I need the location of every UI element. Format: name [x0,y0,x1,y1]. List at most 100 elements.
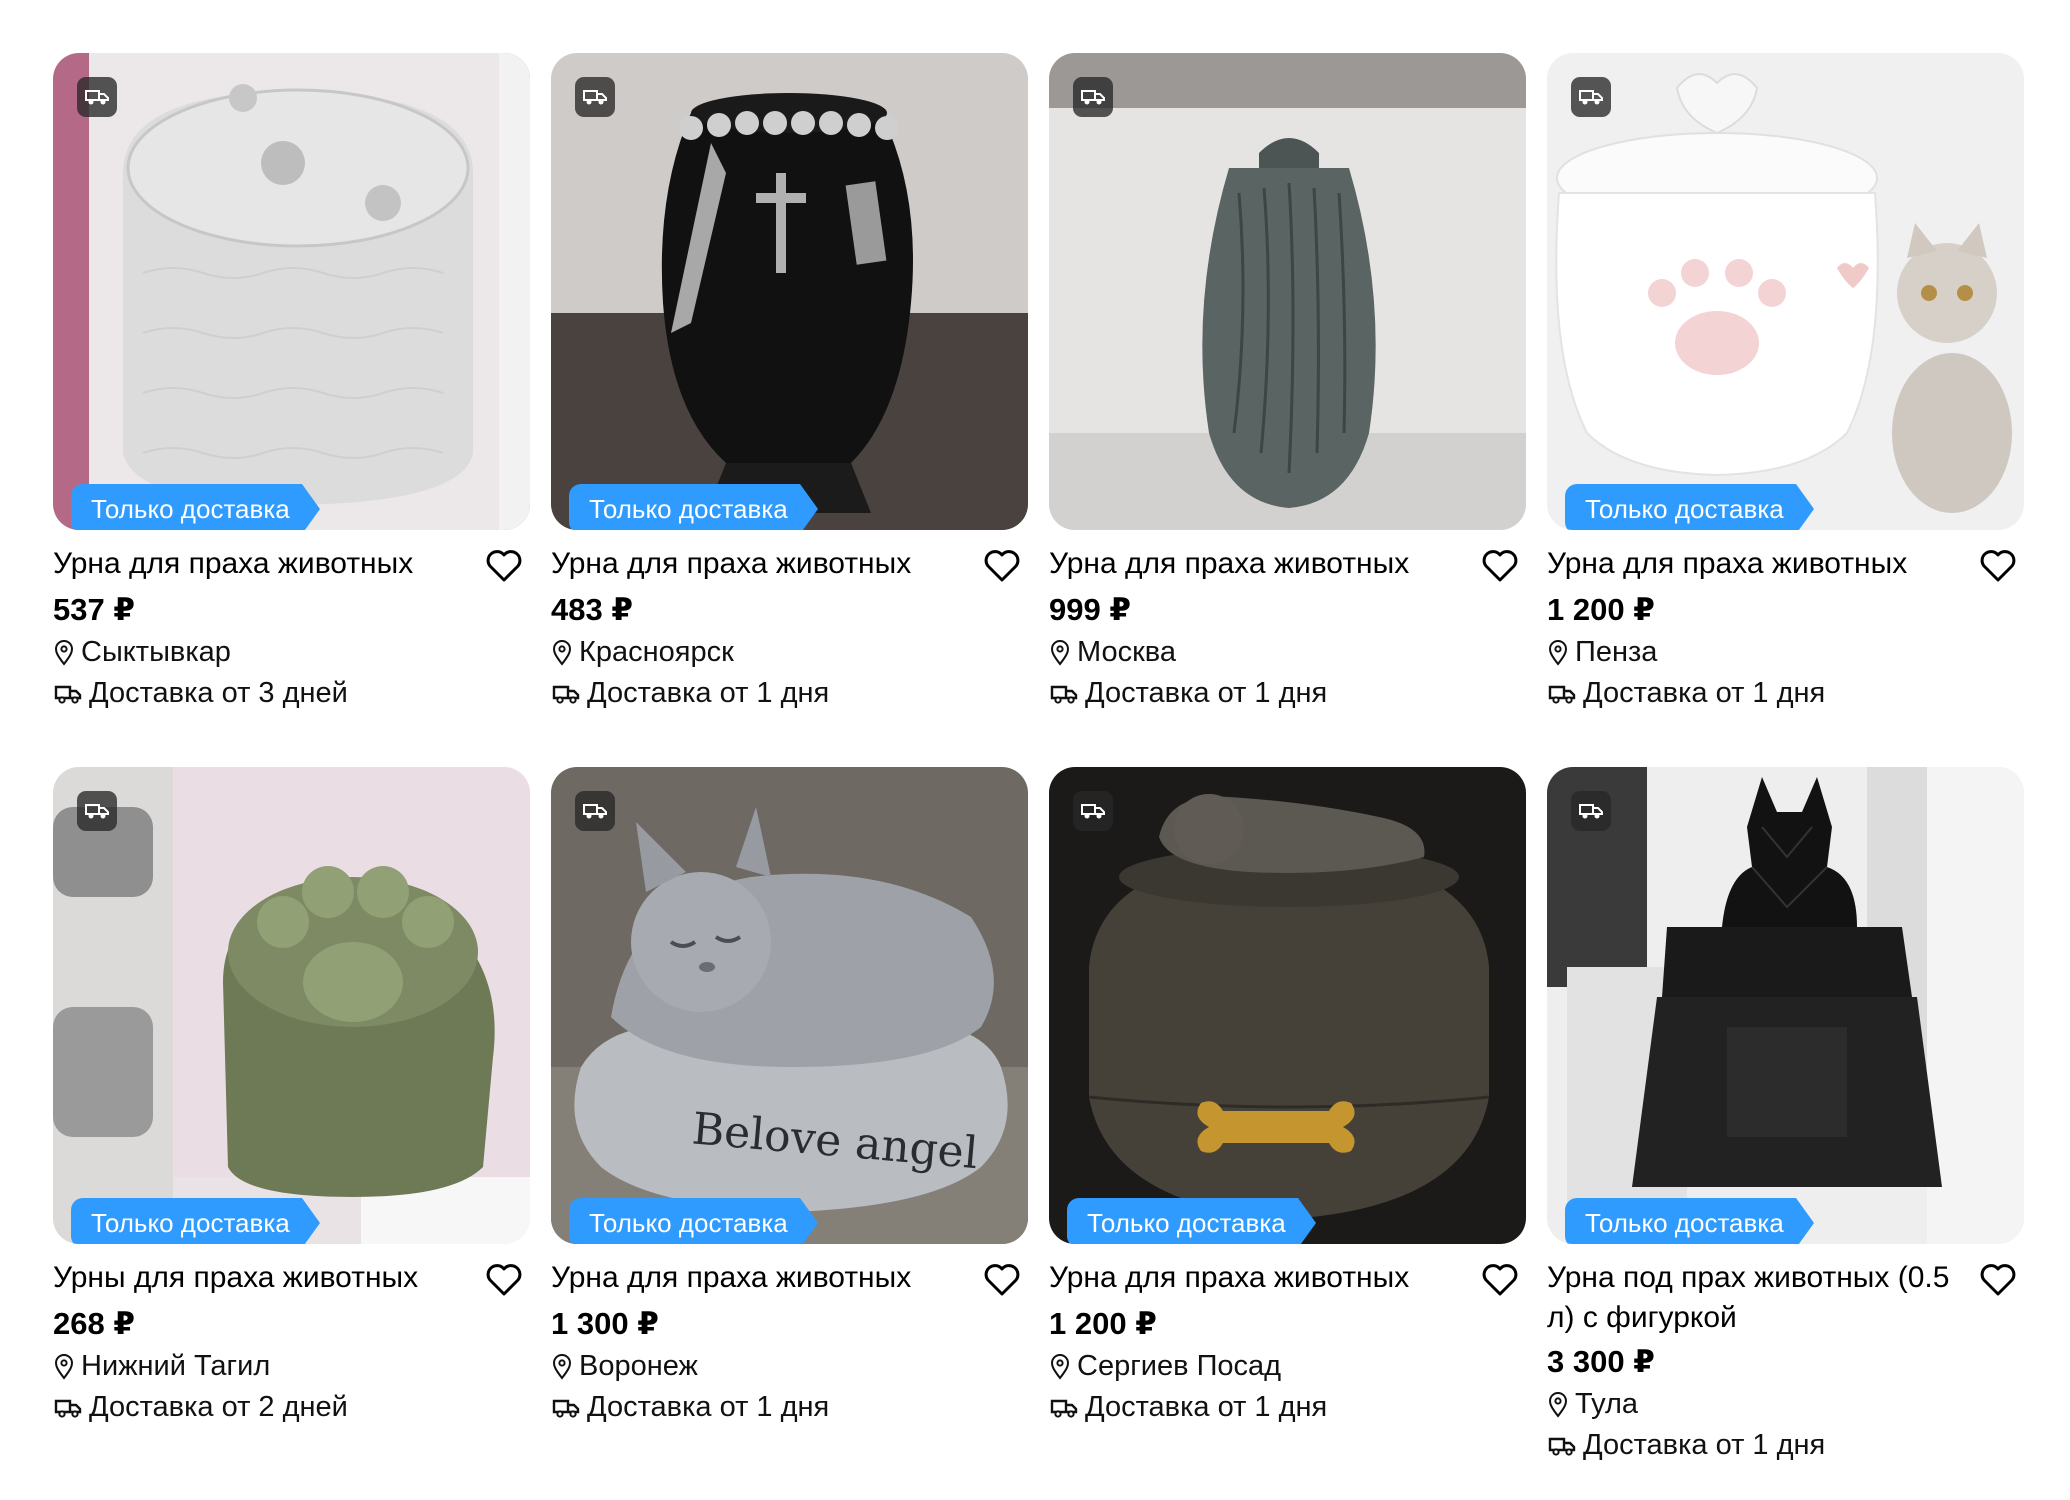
product-card[interactable]: Только доставка Урна для праха животных … [1547,53,2024,767]
location: Красноярск [551,632,1028,673]
black-vase-urn-image [551,53,1028,530]
location-pin-icon [1548,639,1568,666]
delivery-label: Доставка от 2 дней [89,1391,348,1423]
delivery-info: Доставка от 1 дня [1049,673,1526,714]
delivery-info: Доставка от 2 дней [53,1387,530,1428]
product-price: 999 ₽ [1049,592,1131,627]
sleeping-cat-pillow-image: Belove angel [551,767,1028,1244]
location-pin-icon [1548,1391,1568,1418]
city-label: Тула [1575,1388,1638,1420]
product-image[interactable]: Только доставка [1547,53,2024,530]
city-label: Пенза [1575,636,1658,668]
heart-icon[interactable] [1978,546,2018,586]
truck-icon [552,1399,580,1418]
location: Москва [1049,632,1526,673]
location-pin-icon [1050,639,1070,666]
delivery-truck-icon [1073,77,1113,117]
delivery-label: Доставка от 1 дня [1583,1429,1826,1461]
delivery-truck-icon [1571,77,1611,117]
product-image[interactable] [1049,53,1526,530]
product-title[interactable]: Урна для праха животных [53,544,473,584]
delivery-label: Доставка от 1 дня [1085,1391,1328,1423]
truck-icon [54,685,82,704]
product-card[interactable]: Только доставка Урна для праха животных … [1049,767,1526,1481]
delivery-label: Доставка от 3 дней [89,677,348,709]
heart-icon[interactable] [484,546,524,586]
product-card[interactable]: Только доставка Урна под прах животных (… [1547,767,2024,1481]
product-price: 1 200 ₽ [1049,1306,1157,1341]
delivery-label: Доставка от 1 дня [587,1391,830,1423]
delivery-label: Доставка от 1 дня [1085,677,1328,709]
product-title[interactable]: Урна для праха животных [551,544,971,584]
product-image[interactable]: Belove angel Только доставка [551,767,1028,1244]
only-delivery-tag: Только доставка [1565,1196,1814,1244]
gray-capsule-urn-image [1049,53,1526,530]
product-image[interactable]: Только доставка [53,53,530,530]
location: Сергиев Посад [1049,1346,1526,1387]
location-pin-icon [552,1353,572,1380]
location: Пенза [1547,632,2024,673]
only-delivery-tag: Только доставка [1067,1196,1316,1244]
only-delivery-tag: Только доставка [569,482,818,530]
product-title[interactable]: Урны для праха животных [53,1258,473,1298]
heart-lid-jar-with-cat-image [1547,53,2024,530]
heart-icon[interactable] [484,1260,524,1300]
delivery-info: Доставка от 1 дня [1547,1425,2024,1466]
delivery-info: Доставка от 1 дня [551,1387,1028,1428]
product-title[interactable]: Урна под прах животных (0.5 л) с фигурко… [1547,1258,1967,1338]
product-price: 483 ₽ [551,592,633,627]
heart-icon[interactable] [982,546,1022,586]
product-card[interactable]: Belove angel Только доставка Урна для пр… [551,767,1028,1481]
location-pin-icon [552,639,572,666]
delivery-label: Доставка от 1 дня [1583,677,1826,709]
delivery-info: Доставка от 1 дня [1049,1387,1526,1428]
only-delivery-tag: Только доставка [1565,482,1814,530]
product-card[interactable]: Только доставка Урна для праха животных … [551,53,1028,767]
product-title[interactable]: Урна для праха животных [551,1258,971,1298]
heart-icon[interactable] [1480,1260,1520,1300]
round-urn-sleeping-dog-image [1049,767,1526,1244]
heart-icon[interactable] [1978,1260,2018,1300]
truck-icon [552,685,580,704]
product-image[interactable]: Только доставка [1049,767,1526,1244]
product-title[interactable]: Урна для праха животных [1049,544,1469,584]
paw-boxes-image [53,767,530,1244]
product-price: 268 ₽ [53,1306,135,1341]
product-image[interactable]: Только доставка [53,767,530,1244]
city-label: Нижний Тагил [81,1350,271,1382]
delivery-label: Доставка от 1 дня [587,677,830,709]
city-label: Сергиев Посад [1077,1350,1282,1382]
heart-icon[interactable] [982,1260,1022,1300]
delivery-info: Доставка от 1 дня [551,673,1028,714]
truck-icon [54,1399,82,1418]
product-title[interactable]: Урна для праха животных [1049,1258,1469,1298]
delivery-truck-icon [77,791,117,831]
product-grid: Только доставка Урна для праха животных … [53,53,2024,1481]
delivery-truck-icon [77,77,117,117]
only-delivery-tag: Только доставка [71,1196,320,1244]
only-delivery-tag: Только доставка [569,1196,818,1244]
location: Сыктывкар [53,632,530,673]
product-image[interactable]: Только доставка [1547,767,2024,1244]
product-price: 1 200 ₽ [1547,592,1655,627]
city-label: Сыктывкар [81,636,231,668]
product-title[interactable]: Урна для праха животных [1547,544,1967,584]
product-card[interactable]: Только доставка Урны для праха животных … [53,767,530,1481]
product-price: 1 300 ₽ [551,1306,659,1341]
city-label: Москва [1077,636,1177,668]
product-card[interactable]: Только доставка Урна для праха животных … [53,53,530,767]
product-price: 537 ₽ [53,592,135,627]
delivery-info: Доставка от 1 дня [1547,673,2024,714]
heart-icon[interactable] [1480,546,1520,586]
product-price: 3 300 ₽ [1547,1344,1655,1379]
location-pin-icon [1050,1353,1070,1380]
truck-icon [1050,1399,1078,1418]
location: Нижний Тагил [53,1346,530,1387]
truck-icon [1548,685,1576,704]
location-pin-icon [54,1353,74,1380]
delivery-truck-icon [1073,791,1113,831]
location-pin-icon [54,639,74,666]
product-image[interactable]: Только доставка [551,53,1028,530]
delivery-info: Доставка от 3 дней [53,673,530,714]
product-card[interactable]: Урна для праха животных 999 ₽ Москва Дос… [1049,53,1526,767]
